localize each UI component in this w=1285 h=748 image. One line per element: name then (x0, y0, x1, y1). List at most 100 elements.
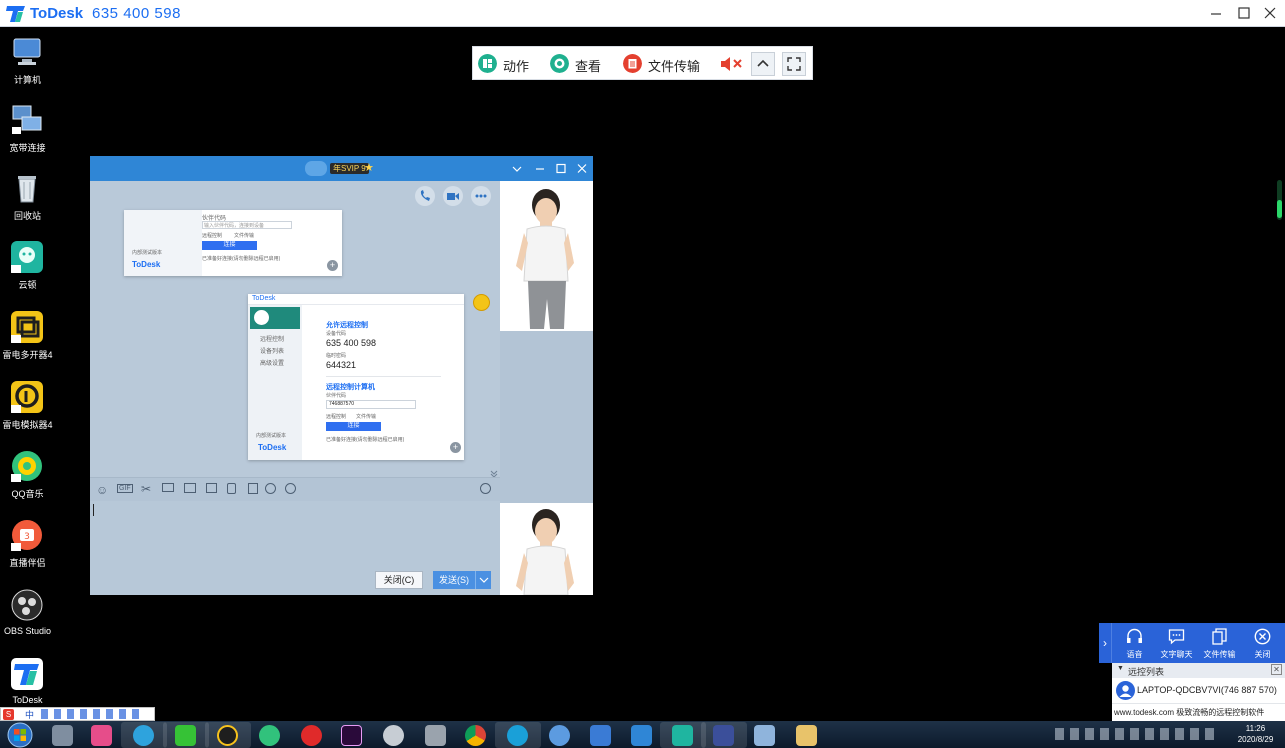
action-button[interactable]: 动作 (478, 54, 538, 74)
remote-desktop[interactable]: 计算机 宽带连接 回收站 云顿 雷电多开器4 雷电模拟器4 QQ音乐 3 直播伴… (0, 27, 1285, 721)
desktop-icon-recycle-bin[interactable]: 回收站 (0, 171, 55, 233)
view-button[interactable]: 查看 (550, 54, 610, 74)
scroll-indicator[interactable] (1277, 180, 1282, 220)
panel-close-button[interactable]: 关闭 (1241, 626, 1284, 662)
fullscreen-icon (787, 57, 801, 71)
close-icon[interactable] (1259, 3, 1281, 23)
remote-device-item[interactable]: LAPTOP-QDCBV7VI(746 887 570) (1112, 678, 1285, 703)
emoji-icon[interactable]: ☺ (96, 483, 108, 497)
taskbar-app-2[interactable] (79, 722, 125, 748)
inner-opt-remote: 远程控制 (326, 414, 347, 420)
desktop-icon-computer[interactable]: 计算机 (0, 35, 55, 97)
fullscreen-button[interactable] (782, 52, 806, 76)
desktop-icon-qq-music[interactable]: QQ音乐 (0, 449, 55, 511)
chat-messages[interactable]: 伙伴代码 输入伙伴代码，连接到设备 远程控制 文件传输 连接 已准备好连接(请勿… (90, 181, 500, 477)
star-icon: ★ (364, 162, 374, 174)
taskbar-qqmusic[interactable] (247, 722, 293, 748)
minimize-icon[interactable] (533, 162, 547, 175)
minimize-icon[interactable] (1205, 3, 1227, 23)
taskbar-app-15[interactable] (619, 722, 665, 748)
phone-screen-icon[interactable] (227, 483, 236, 494)
taskbar-chrome[interactable] (453, 722, 499, 748)
maximize-icon[interactable] (1233, 3, 1255, 23)
ime-tool-icons[interactable] (41, 709, 141, 719)
ime-mode[interactable]: 中 (25, 708, 34, 721)
close-icon[interactable] (575, 162, 589, 175)
video-call-icon[interactable] (443, 186, 463, 206)
contact-avatar (305, 161, 327, 176)
send-button[interactable]: 发送(S) (433, 571, 475, 589)
image-icon[interactable] (206, 483, 217, 493)
view-label: 查看 (575, 59, 602, 74)
caret-down-icon: ▼ (1117, 665, 1124, 672)
maximize-icon[interactable] (554, 162, 568, 175)
system-tray-icons[interactable] (1055, 728, 1220, 740)
panel-file-transfer-button[interactable]: 文件传输 (1198, 626, 1241, 662)
taskbar-mic[interactable] (537, 722, 583, 748)
desktop-icon-cloud[interactable]: 云顿 (0, 240, 55, 302)
taskbar-qq[interactable] (205, 722, 251, 748)
inner-brand: ToDesk (252, 295, 276, 302)
screenshot-message-large[interactable]: ToDesk 远程控制 设备列表 高级设置 内部测试版本 ToDesk 允许远程… (248, 294, 464, 460)
remote-list-header[interactable]: ▼ 远控列表 ✕ (1112, 663, 1285, 678)
desktop-icon-emulator[interactable]: 雷电模拟器4 (0, 380, 55, 442)
desktop-icon-multi-instance[interactable]: 雷电多开器4 (0, 310, 55, 372)
screenshot-message-small[interactable]: 伙伴代码 输入伙伴代码，连接到设备 远程控制 文件传输 连接 已准备好连接(请勿… (124, 210, 342, 276)
start-button-icon[interactable] (3, 722, 37, 748)
mute-icon[interactable] (719, 55, 743, 73)
inner-partner-label: 伙伴代码 (326, 393, 347, 399)
taskbar-game[interactable] (701, 722, 747, 748)
more-icon[interactable] (471, 186, 491, 206)
headset-icon (1127, 628, 1142, 643)
zoom-in-icon[interactable]: + (327, 260, 338, 271)
taskbar-cloud[interactable] (660, 722, 706, 748)
close-icon[interactable]: ✕ (1271, 664, 1282, 675)
history-icon[interactable] (480, 483, 491, 494)
chevron-down-icon[interactable] (510, 162, 524, 175)
inner-remote-title: 远程控制计算机 (326, 384, 375, 391)
taskbar-edge[interactable] (495, 722, 541, 748)
desktop-icon-network[interactable]: 宽带连接 (0, 103, 55, 165)
text-chat-label: 文字聊天 (1160, 650, 1193, 659)
shot-opt-remote: 远程控制 (202, 233, 223, 239)
taskbar-telegram[interactable] (121, 722, 167, 748)
folder-icon[interactable] (162, 483, 174, 492)
resize-chevron-icon[interactable] (490, 469, 498, 477)
more-options-icon[interactable] (285, 483, 296, 494)
shot-partner-input: 输入伙伴代码，连接到设备 (202, 221, 292, 229)
voice-button[interactable]: 语音 (1113, 626, 1156, 662)
send-options-button[interactable] (475, 571, 491, 589)
taskbar-wechat[interactable] (163, 722, 209, 748)
message-input[interactable]: 关闭(C) 发送(S) (90, 501, 500, 595)
text-chat-button[interactable]: 文字聊天 (1155, 626, 1198, 662)
taskbar-app-9[interactable] (371, 722, 417, 748)
ime-bar[interactable]: S 中 (0, 707, 155, 721)
panel-collapse-button[interactable]: › (1099, 623, 1112, 663)
phone-icon[interactable] (415, 186, 435, 206)
screen-share-icon[interactable] (184, 483, 196, 493)
doc-icon[interactable] (248, 483, 258, 494)
scissors-icon[interactable]: ✂ (141, 482, 151, 496)
taskbar-clock[interactable]: 11:26 2020/8/29 (1228, 723, 1283, 746)
premiere-icon (341, 725, 362, 746)
inner-titlebar: ToDesk (248, 294, 464, 305)
zoom-in-icon[interactable]: + (450, 442, 461, 453)
taskbar-explorer[interactable] (784, 722, 830, 748)
voice-label: 语音 (1126, 650, 1143, 659)
desktop-icon-live-companion[interactable]: 3 直播伴侣 (0, 518, 55, 580)
gif-icon[interactable]: GIF (117, 484, 133, 493)
file-transfer-label: 文件传输 (648, 59, 701, 74)
control-toolbar: 动作 查看 文件传输 (472, 46, 813, 80)
app-icon (383, 725, 404, 746)
taskbar-premiere[interactable] (329, 722, 375, 748)
scroll-thumb[interactable] (1277, 200, 1282, 218)
taskbar-app-18[interactable] (742, 722, 788, 748)
user-avatar-icon (1116, 681, 1135, 700)
music-icon[interactable] (265, 483, 276, 494)
taskbar-download[interactable] (578, 722, 624, 748)
desktop-icon-obs[interactable]: OBS Studio (0, 588, 55, 650)
close-chat-button[interactable]: 关闭(C) (375, 571, 423, 589)
collapse-button[interactable] (751, 52, 775, 76)
inner-brand-footer: ToDesk (258, 443, 287, 452)
file-transfer-button[interactable]: 文件传输 (623, 54, 708, 74)
